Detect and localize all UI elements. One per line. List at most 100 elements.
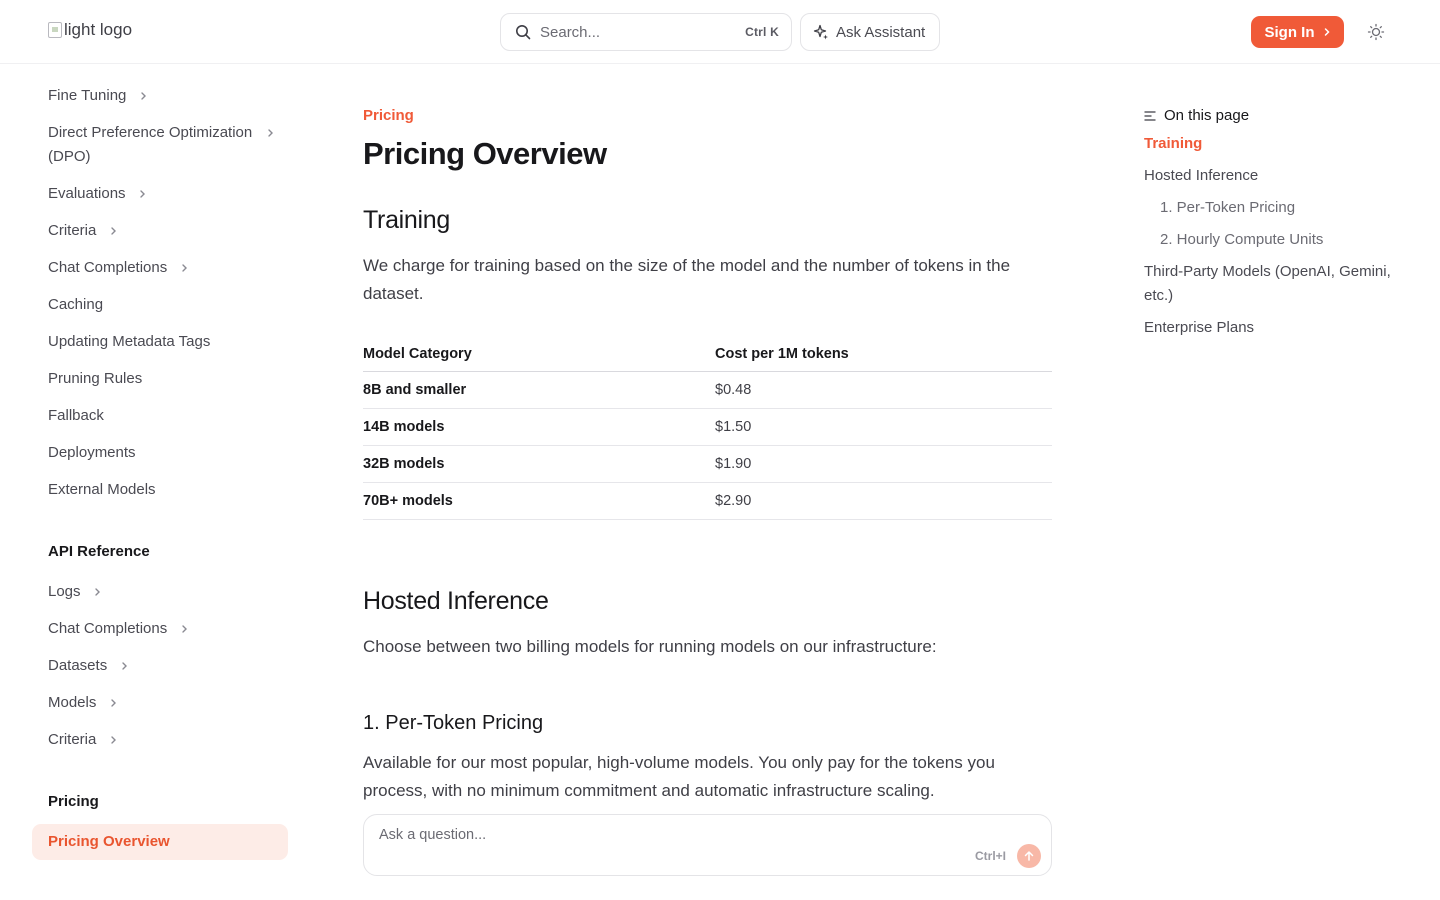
table-row: 8B and smaller $0.48 [363, 372, 1052, 409]
chevron-right-icon [177, 256, 191, 280]
hosted-inference-description: Choose between two billing models for ru… [363, 637, 937, 656]
sidebar-item-pruning-rules[interactable]: Pruning Rules [48, 367, 142, 391]
table-row: 32B models $1.90 [363, 446, 1052, 483]
section-heading-hosted-inference: Hosted Inference [363, 587, 549, 615]
sidebar-item-label: Pruning Rules [48, 370, 143, 387]
ask-assistant-label: Ask Assistant [836, 23, 926, 41]
sidebar-item-deployments[interactable]: Deployments [48, 441, 136, 465]
sidebar-item-api-criteria[interactable]: Criteria [48, 728, 120, 752]
sidebar-item-dpo[interactable]: Direct Preference Optimization (DPO) [48, 121, 284, 169]
search-icon [516, 25, 531, 40]
send-button[interactable] [1017, 844, 1041, 868]
breadcrumb[interactable]: Pricing [363, 104, 414, 128]
table-cell-cost: $0.48 [715, 382, 752, 398]
sidebar-item-label: Criteria [48, 731, 97, 748]
sidebar-item-label: Evaluations [48, 185, 126, 202]
sidebar-item-models[interactable]: Models [48, 691, 120, 715]
toc-item-third-party-models[interactable]: Third-Party Models (OpenAI, Gemini, etc.… [1144, 260, 1404, 308]
search-box[interactable]: Search... Ctrl K [500, 13, 792, 51]
chevron-right-icon [136, 182, 150, 206]
sidebar-item-label: Logs [48, 583, 81, 600]
sidebar-item-chat-completions[interactable]: Chat Completions [48, 256, 191, 280]
table-cell-model: 14B models [363, 419, 445, 435]
sidebar-item-label: Updating Metadata Tags [48, 333, 211, 350]
table-row: 70B+ models $2.90 [363, 483, 1052, 520]
theme-toggle-button[interactable] [1366, 22, 1386, 42]
chevron-right-icon [117, 654, 131, 678]
table-row: 14B models $1.50 [363, 409, 1052, 446]
sidebar-item-label: Criteria [48, 222, 97, 239]
per-token-description: Available for our most popular, high-vol… [363, 753, 995, 800]
training-description: We charge for training based on the size… [363, 256, 1011, 303]
section-heading-training: Training [363, 206, 450, 234]
sidebar-item-label: External Models [48, 481, 156, 498]
toc-item-per-token-pricing[interactable]: 1. Per-Token Pricing [1160, 196, 1295, 220]
broken-image-icon [48, 22, 62, 38]
sidebar-item-label: Datasets [48, 657, 108, 674]
chevron-right-icon [1324, 28, 1330, 36]
sidebar-item-criteria[interactable]: Criteria [48, 219, 120, 243]
sign-in-button[interactable]: Sign In [1251, 16, 1344, 48]
chevron-right-icon [177, 617, 191, 641]
sidebar-item-api-chat-completions[interactable]: Chat Completions [48, 617, 191, 641]
sidebar: Fine Tuning Direct Preference Optimizati… [32, 64, 288, 900]
sparkle-icon [813, 24, 828, 40]
sidebar-item-external-models[interactable]: External Models [48, 478, 156, 502]
sidebar-item-fallback[interactable]: Fallback [48, 404, 104, 428]
sidebar-item-datasets[interactable]: Datasets [48, 654, 131, 678]
sun-icon [1367, 23, 1385, 41]
table-cell-model: 8B and smaller [363, 382, 467, 398]
ask-assistant-button[interactable]: Ask Assistant [800, 13, 940, 51]
toc-title-label: On this page [1164, 107, 1250, 124]
ask-shortcut: Ctrl+I [975, 849, 1007, 863]
section-heading-per-token-pricing: 1. Per-Token Pricing [363, 712, 544, 734]
chevron-right-icon [136, 84, 150, 108]
logo-alt-text: light logo [64, 20, 133, 39]
sidebar-item-pricing-overview[interactable]: Pricing Overview [32, 824, 288, 860]
table-cell-cost: $1.90 [715, 456, 752, 472]
sidebar-section-api-reference: API Reference [48, 543, 150, 560]
search-shortcut: Ctrl K [745, 25, 779, 39]
top-header: light logo Search... Ctrl K Ask Assistan… [0, 0, 1440, 64]
sidebar-item-label: Fallback [48, 407, 104, 424]
chevron-right-icon [263, 121, 277, 145]
logo[interactable]: light logo [48, 20, 132, 40]
table-cell-model: 70B+ models [363, 493, 453, 509]
sidebar-item-logs[interactable]: Logs [48, 580, 105, 604]
chevron-right-icon [106, 219, 120, 243]
sidebar-item-label: Pricing Overview [48, 833, 170, 850]
arrow-up-icon [1024, 851, 1034, 861]
list-icon [1144, 111, 1156, 121]
ask-question-box[interactable]: Ask a question... Ctrl+I [363, 814, 1052, 876]
sidebar-item-label: Chat Completions [48, 259, 168, 276]
sidebar-section-pricing: Pricing [48, 793, 99, 810]
toc-item-hourly-compute-units[interactable]: 2. Hourly Compute Units [1160, 228, 1323, 252]
training-pricing-table: Model Category Cost per 1M tokens 8B and… [363, 336, 1052, 520]
sidebar-item-label: Direct Preference Optimization (DPO) [48, 124, 253, 165]
chevron-right-icon [106, 691, 120, 715]
table-header-row: Model Category Cost per 1M tokens [363, 336, 1052, 372]
table-header-cell: Cost per 1M tokens [715, 345, 849, 362]
ask-question-input[interactable]: Ask a question... [379, 827, 486, 843]
page-title: Pricing Overview [363, 136, 607, 171]
toc-item-enterprise-plans[interactable]: Enterprise Plans [1144, 316, 1254, 340]
toc-title: On this page [1144, 104, 1249, 128]
toc-item-training[interactable]: Training [1144, 132, 1202, 156]
sign-in-label: Sign In [1264, 23, 1315, 41]
sidebar-item-label: Deployments [48, 444, 136, 461]
sidebar-item-label: Models [48, 694, 97, 711]
table-header-cell: Model Category [363, 345, 472, 362]
sidebar-item-fine-tuning[interactable]: Fine Tuning [48, 84, 150, 108]
sidebar-item-label: Caching [48, 296, 104, 313]
sidebar-item-evaluations[interactable]: Evaluations [48, 182, 150, 206]
sidebar-item-label: Chat Completions [48, 620, 168, 637]
table-cell-model: 32B models [363, 456, 445, 472]
toc-item-hosted-inference[interactable]: Hosted Inference [1144, 164, 1258, 188]
chevron-right-icon [106, 728, 120, 752]
table-cell-cost: $2.90 [715, 493, 752, 509]
search-placeholder: Search... [540, 23, 601, 41]
table-cell-cost: $1.50 [715, 419, 752, 435]
sidebar-item-label: Fine Tuning [48, 87, 127, 104]
sidebar-item-updating-metadata-tags[interactable]: Updating Metadata Tags [48, 330, 210, 354]
sidebar-item-caching[interactable]: Caching [48, 293, 103, 317]
